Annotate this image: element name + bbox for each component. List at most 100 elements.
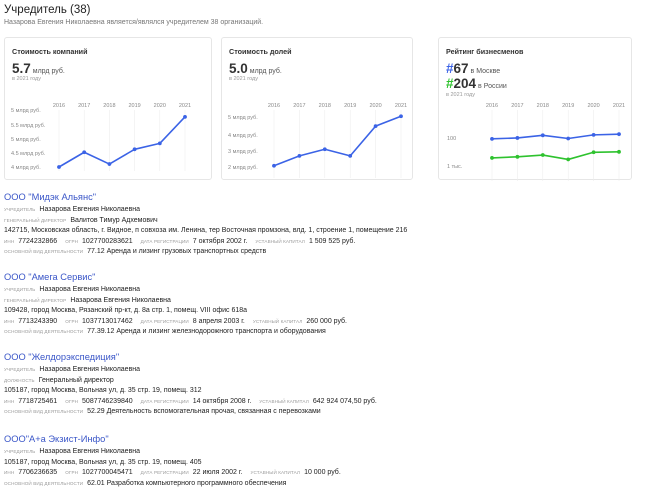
y-tick-label: 4 млрд руб. bbox=[11, 165, 41, 171]
data-point bbox=[183, 114, 187, 119]
activity-value: 62.01 Разработка компьютерного программн… bbox=[87, 479, 287, 487]
x-tick-label: 2017 bbox=[511, 103, 523, 109]
org-name-link[interactable]: ООО"А+а Экзист-Инфо" bbox=[4, 434, 644, 444]
data-point bbox=[490, 136, 494, 141]
x-tick-label: 2018 bbox=[537, 103, 549, 109]
inn-value: 7724232866 bbox=[18, 237, 58, 245]
ogrn-value: 1027700283621 bbox=[82, 237, 133, 245]
data-point bbox=[399, 114, 403, 119]
capital-value: 642 924 074,50 руб. bbox=[312, 397, 377, 405]
series-line bbox=[491, 133, 620, 140]
ogrn-value: 1037713017462 bbox=[82, 317, 133, 325]
org-item: ООО"А+а Экзист-Инфо" УЧРЕДИТЕЛЬ Назарова … bbox=[4, 434, 644, 490]
series-line bbox=[273, 115, 402, 167]
y-tick-label: 4 млрд руб. bbox=[228, 133, 258, 139]
data-point bbox=[591, 150, 596, 155]
x-tick-label: 2017 bbox=[78, 103, 90, 109]
capital-value: 10 000 руб. bbox=[304, 469, 341, 476]
address: 105187, город Москва, Вольная ул, д. 35 … bbox=[4, 458, 202, 466]
address: 109428, город Москва, Рязанский пр-кт, д… bbox=[4, 307, 248, 314]
activity-value: 52.29 Деятельность вспомогательная проча… bbox=[87, 408, 321, 415]
address: 142715, Московская область, г. Видное, п… bbox=[4, 227, 408, 234]
data-point bbox=[157, 141, 162, 146]
reg-date-value: 8 апреля 2003 г. bbox=[192, 317, 245, 325]
x-tick-label: 2016 bbox=[53, 103, 65, 109]
series-line bbox=[491, 151, 620, 161]
data-point bbox=[348, 153, 353, 158]
rating-chart: 2016 2017 2018 2019 2020 2021 100 1 тыс. bbox=[447, 103, 625, 181]
y-tick-label: 2 млрд руб. bbox=[228, 165, 258, 171]
x-tick-label: 2021 bbox=[395, 103, 407, 109]
org-name-link[interactable]: ООО "Амега Сервис" bbox=[4, 272, 644, 282]
director-link[interactable]: Назарова Евгения Николаевна bbox=[70, 297, 171, 304]
y-tick-label: 5.5 млрд руб. bbox=[11, 123, 46, 129]
data-point bbox=[272, 163, 276, 168]
rating-card: Рейтинг бизнесменов #67 в Москве #204 в Ро… bbox=[438, 37, 632, 181]
y-tick-label: 5 млрд руб. bbox=[11, 137, 41, 143]
data-point bbox=[540, 153, 545, 157]
data-point bbox=[57, 165, 61, 169]
x-tick-label: 2018 bbox=[319, 103, 331, 109]
share-value-chart: 2016 2017 2018 2019 2020 2021 5 млрд руб. 4 млр… bbox=[228, 103, 407, 178]
x-tick-label: 2018 bbox=[103, 103, 115, 109]
data-point bbox=[566, 136, 571, 141]
x-tick-label: 2020 bbox=[587, 103, 599, 109]
ogrn-value: 5087746239840 bbox=[82, 397, 133, 405]
y-tick-label: 5 млрд руб. bbox=[228, 115, 258, 121]
org-item: ООО "Желдорэкспедиция" УЧРЕДИТЕЛЬ Назаров… bbox=[4, 352, 644, 419]
page-subtitle: Назарова Евгения Николаевна является/явл… bbox=[4, 19, 264, 26]
data-point bbox=[107, 162, 112, 166]
reg-date-value: 14 октября 2008 г. bbox=[192, 397, 252, 405]
data-point bbox=[132, 147, 137, 152]
data-point bbox=[297, 153, 302, 158]
capital-value: 260 000 руб. bbox=[306, 317, 348, 325]
data-point bbox=[373, 124, 378, 129]
inn-value: 7706236635 bbox=[18, 469, 58, 476]
y-tick-label: 1 тыс. bbox=[447, 164, 463, 170]
x-tick-label: 2017 bbox=[293, 103, 305, 109]
capital-value: 1 509 525 руб. bbox=[308, 237, 356, 245]
data-point bbox=[82, 150, 87, 155]
data-point bbox=[591, 132, 596, 137]
address: 105187, город Москва, Вольная ул, д. 35 … bbox=[4, 387, 202, 394]
data-point bbox=[515, 136, 520, 140]
x-tick-label: 2019 bbox=[128, 103, 140, 109]
data-point bbox=[617, 149, 621, 154]
x-tick-label: 2021 bbox=[613, 103, 625, 109]
x-tick-label: 2020 bbox=[154, 103, 166, 109]
data-point bbox=[515, 154, 520, 159]
inn-value: 7713243390 bbox=[18, 317, 58, 325]
org-name-link[interactable]: ООО "Желдорэкспедиция" bbox=[4, 352, 644, 362]
founder-link[interactable]: Назарова Евгения Николаевна bbox=[39, 286, 140, 293]
data-point bbox=[566, 157, 571, 162]
x-tick-label: 2016 bbox=[486, 103, 498, 109]
inn-value: 7718725461 bbox=[18, 397, 58, 405]
x-tick-label: 2019 bbox=[344, 103, 356, 109]
director-link[interactable]: Валитов Тимур Адхемович bbox=[70, 217, 157, 224]
y-tick-label: 100 bbox=[447, 136, 456, 142]
y-tick-label: 4.5 млрд руб. bbox=[11, 151, 46, 157]
series-line bbox=[58, 116, 186, 168]
x-tick-label: 2019 bbox=[562, 103, 574, 109]
activity-value: 77.12 Аренда и лизинг грузовых транспорт… bbox=[87, 248, 267, 255]
data-point bbox=[617, 132, 621, 137]
share-value-card: Стоимость долей 5.0 млрд руб. в 2021 году… bbox=[221, 37, 413, 180]
ogrn-value: 1027700045471 bbox=[82, 469, 133, 476]
activity-value: 77.39.12 Аренда и лизинг железнодорожног… bbox=[87, 328, 326, 335]
x-tick-label: 2016 bbox=[268, 103, 280, 109]
founder-link[interactable]: Назарова Евгения Николаевна bbox=[39, 448, 140, 455]
org-item: ООО "Мидэк Альянс" УЧРЕДИТЕЛЬ Назарова Ев… bbox=[4, 192, 644, 259]
y-tick-label: 5 млрд руб. bbox=[11, 108, 41, 114]
org-item: ООО "Амега Сервис" УЧРЕДИТЕЛЬ Назарова Ев… bbox=[4, 272, 644, 339]
y-tick-label: 3 млрд руб. bbox=[228, 149, 258, 155]
data-point bbox=[322, 147, 327, 152]
x-tick-label: 2020 bbox=[369, 103, 381, 109]
reg-date-value: 7 октября 2002 г. bbox=[192, 237, 248, 245]
reg-date-value: 22 июля 2002 г. bbox=[192, 469, 243, 476]
founder-link[interactable]: Назарова Евгения Николаевна bbox=[39, 366, 140, 373]
data-point bbox=[490, 156, 494, 160]
org-name-link[interactable]: ООО "Мидэк Альянс" bbox=[4, 192, 644, 202]
founder-link[interactable]: Назарова Евгения Николаевна bbox=[39, 206, 140, 213]
x-tick-label: 2021 bbox=[179, 103, 191, 109]
company-value-chart: 2016 2017 2018 2019 2020 2021 5 млрд руб. 5.5 м… bbox=[11, 103, 191, 171]
